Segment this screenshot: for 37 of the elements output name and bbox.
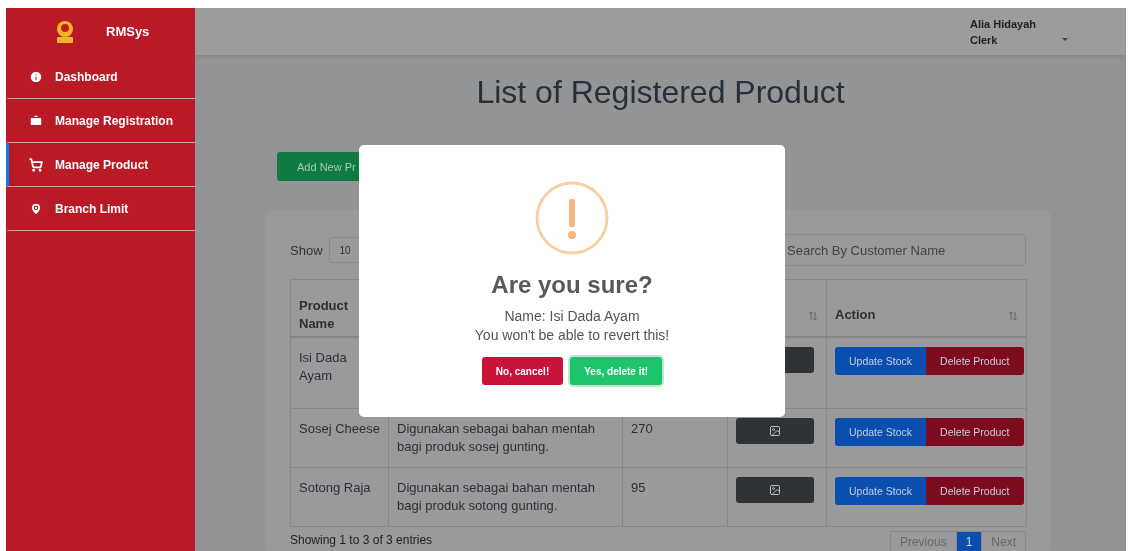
dialog-text: You won't be able to revert this! — [474, 326, 670, 345]
quantity-cell: 270 — [631, 421, 653, 436]
briefcase-icon — [29, 113, 43, 128]
warning-icon — [535, 181, 609, 255]
brand-name: RMSys — [106, 24, 150, 39]
image-icon — [769, 484, 781, 496]
image-icon — [769, 425, 781, 437]
entries-info: Showing 1 to 3 of 3 entries — [290, 533, 433, 547]
product-name-cell: Sotong Raja — [299, 480, 371, 495]
user-menu[interactable]: Alia Hidayah Clerk — [969, 15, 1068, 48]
image-button[interactable] — [736, 477, 814, 503]
page-title: List of Registered Product — [475, 73, 846, 112]
quantity-cell: 95 — [631, 480, 646, 495]
dialog-title: Are you sure? — [491, 271, 653, 299]
description-cell: Digunakan sebagai bahan mentah bagi produk sosej gunting. — [397, 421, 596, 454]
delete-product-button[interactable]: Delete Product — [926, 346, 1024, 375]
info-icon — [29, 69, 43, 84]
cancel-button[interactable]: No, cancel! — [481, 357, 564, 385]
column-header[interactable]: Action — [826, 279, 1027, 337]
caret-icon — [1062, 38, 1068, 41]
show-label: Show — [290, 242, 323, 258]
update-stock-button[interactable]: Update Stock — [835, 418, 927, 446]
dialog-text: Name: Isi Dada Ayam — [504, 307, 640, 326]
logo-icon — [54, 19, 76, 44]
image-button[interactable] — [736, 418, 814, 444]
add-product-button[interactable]: Add New Pr — [277, 152, 361, 181]
update-stock-button[interactable]: Update Stock — [835, 346, 927, 375]
map-pin-icon — [29, 201, 43, 216]
product-name-cell: Isi Dada Ayam — [299, 349, 347, 383]
description-cell: Digunakan sebagai bahan mentah bagi produk sotong gunting. — [397, 480, 596, 513]
sort-icon — [1008, 311, 1018, 321]
cart-icon — [29, 157, 43, 172]
product-name-cell: Sosej Cheese — [299, 421, 380, 436]
delete-product-button[interactable]: Delete Product — [926, 477, 1024, 505]
update-stock-button[interactable]: Update Stock — [835, 477, 927, 505]
sort-icon — [808, 311, 818, 321]
delete-product-button[interactable]: Delete Product — [926, 418, 1024, 446]
